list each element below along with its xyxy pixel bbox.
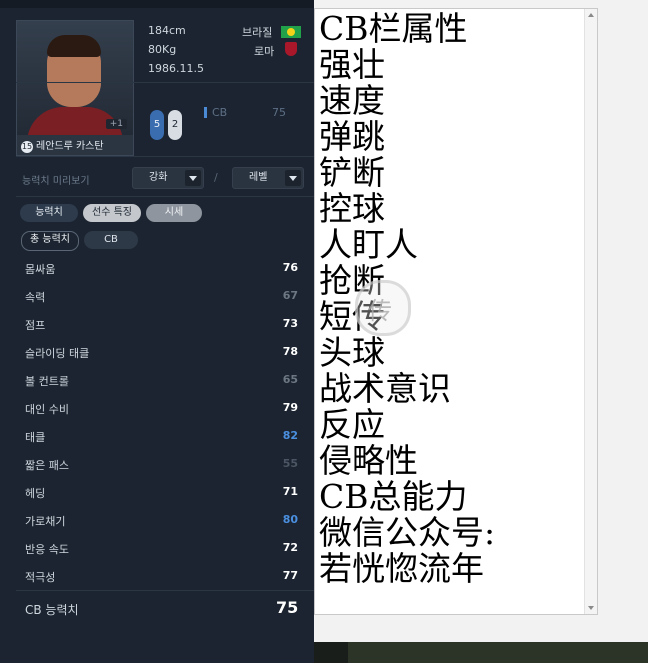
document-line: CB栏属性 — [319, 9, 468, 48]
stat-value: 82 — [282, 429, 298, 442]
stat-row: 볼 컨트롤 65 — [16, 366, 314, 394]
player-height: 184cm — [148, 24, 186, 37]
stat-value: 67 — [282, 289, 298, 302]
stat-label: 대인 수비 — [25, 403, 69, 416]
vertical-scrollbar[interactable] — [584, 9, 597, 614]
stat-row: 가로채기 80 — [16, 506, 314, 534]
stat-row: 반응 속도 72 — [16, 534, 314, 562]
stat-label: 점프 — [25, 319, 46, 332]
document-line: 速度 — [319, 81, 385, 120]
stat-value: 73 — [282, 317, 298, 330]
subtab-total-stats[interactable]: 총 능력치 — [21, 231, 79, 251]
stat-value: 76 — [282, 261, 298, 274]
total-rating-value: 75 — [276, 598, 299, 617]
stat-preview-label: 능력치 미리보기 — [22, 176, 90, 187]
document-line: 人盯人 — [319, 225, 418, 264]
document-line: 铲断 — [319, 153, 385, 192]
stat-value: 65 — [282, 373, 298, 386]
season-badge-icon: 15 — [21, 141, 33, 153]
stat-label: 적극성 — [25, 571, 56, 584]
stat-row: 점프 73 — [16, 310, 314, 338]
document-line: 反应 — [319, 405, 385, 444]
player-birthdate: 1986.11.5 — [148, 62, 204, 75]
scroll-down-icon[interactable] — [588, 606, 594, 610]
document-line: 控球 — [319, 189, 385, 228]
subtab-cb[interactable]: CB — [84, 231, 138, 249]
position-label: CB — [212, 106, 228, 119]
stat-label: 몸싸움 — [25, 263, 56, 276]
player-hair — [47, 35, 101, 57]
stat-label: 헤딩 — [25, 487, 46, 500]
document-line: CB总能力 — [319, 477, 468, 516]
brazil-flag-icon — [281, 26, 301, 38]
document-line: 弹跳 — [319, 117, 385, 156]
document-line: 强壮 — [319, 45, 385, 84]
panel-top-edge — [0, 0, 314, 8]
player-info-panel: +1 15 레안드루 카스탄 184cm 80Kg 1986.11.5 브라질 로… — [0, 0, 314, 663]
chevron-down-icon[interactable] — [285, 170, 301, 186]
stat-row: 슬라이딩 태클 78 — [16, 338, 314, 366]
enhance-dropdown-label: 강화 — [149, 172, 168, 183]
stat-row: 몸싸움 76 — [16, 254, 314, 282]
stat-label: 태클 — [25, 431, 46, 444]
divider — [16, 156, 314, 157]
scroll-up-icon[interactable] — [588, 13, 594, 17]
document-line: 侵略性 — [319, 441, 418, 480]
player-club: 로마 — [254, 45, 275, 58]
document-line: 战术意识 — [319, 369, 451, 408]
position-ovr: 75 — [272, 106, 286, 119]
tab-stats[interactable]: 능력치 — [20, 204, 78, 222]
dropdown-separator: / — [214, 171, 218, 184]
stat-value: 77 — [282, 569, 298, 582]
tab-player-traits[interactable]: 선수 특징 — [83, 204, 141, 222]
player-name: 레안드루 카스탄 — [36, 141, 104, 152]
stat-value: 72 — [282, 541, 298, 554]
roma-crest-icon — [285, 42, 297, 56]
stat-row: 대인 수비 79 — [16, 394, 314, 422]
background-strip — [314, 642, 648, 663]
stat-row: 헤딩 71 — [16, 478, 314, 506]
background-segment — [348, 642, 648, 663]
stat-row: 태클 82 — [16, 422, 314, 450]
stat-label: 짧은 패스 — [25, 459, 69, 472]
stat-value: 71 — [282, 485, 298, 498]
divider — [16, 590, 314, 591]
stat-label: 볼 컨트롤 — [25, 375, 69, 388]
document-line: 头球 — [319, 333, 385, 372]
stat-value: 55 — [282, 457, 298, 470]
stat-value: 78 — [282, 345, 298, 358]
player-card[interactable]: +1 15 레안드루 카스탄 — [16, 20, 134, 156]
stat-label: 속력 — [25, 291, 46, 304]
player-name-row: 15 레안드루 카스탄 — [21, 137, 104, 153]
stat-value: 79 — [282, 401, 298, 414]
left-foot-icon: 5 — [150, 110, 164, 140]
level-dropdown-label: 레벨 — [249, 172, 268, 183]
right-foot-icon: 2 — [168, 110, 182, 140]
divider — [16, 196, 314, 197]
stat-label: 가로채기 — [25, 515, 66, 528]
position-marker — [204, 107, 207, 118]
stat-row: 속력 67 — [16, 282, 314, 310]
stat-label: 슬라이딩 태클 — [25, 347, 90, 360]
level-dropdown[interactable]: 레벨 — [232, 167, 304, 189]
player-weight: 80Kg — [148, 43, 177, 56]
stat-label: 반응 속도 — [25, 543, 69, 556]
document-line: 微信公众号: — [319, 513, 496, 552]
enhance-dropdown[interactable]: 강화 — [132, 167, 204, 189]
divider — [16, 82, 314, 83]
player-nation: 브라질 — [242, 26, 273, 39]
chevron-down-icon[interactable] — [185, 170, 201, 186]
stat-value: 80 — [282, 513, 298, 526]
tab-market-price[interactable]: 시세 — [146, 204, 202, 222]
enhance-level-badge: +1 — [105, 119, 127, 129]
document-line: 若恍惚流年 — [319, 549, 484, 588]
player-photo: +1 — [17, 21, 133, 135]
stat-row: 짧은 패스 55 — [16, 450, 314, 478]
stat-row: 적극성 77 — [16, 562, 314, 590]
total-rating-label: CB 능력치 — [25, 603, 79, 617]
watermark-logo-icon: 传 — [355, 280, 411, 336]
